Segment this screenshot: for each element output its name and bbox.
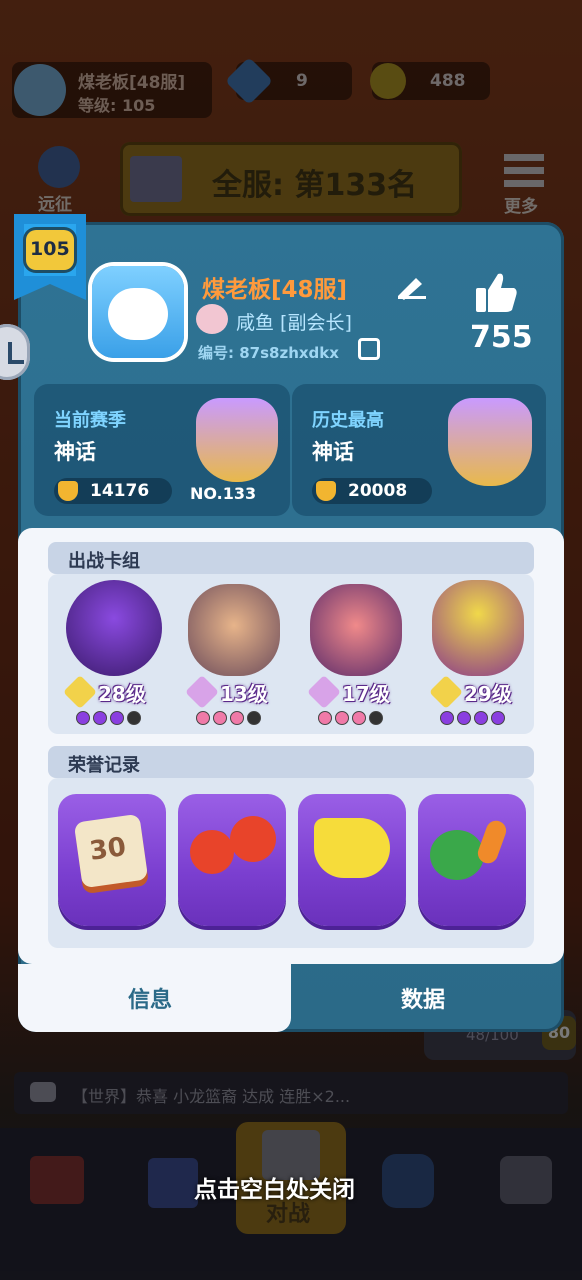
best-label: 历史最高 xyxy=(312,410,384,431)
star-dot xyxy=(318,711,332,725)
bull-warrior-icon xyxy=(188,584,280,676)
best-rank-badge xyxy=(448,398,532,486)
honor-title: 荣誉记录 xyxy=(68,755,140,776)
deck-card[interactable]: 28级 xyxy=(52,574,170,734)
tomato-icon xyxy=(190,830,234,874)
card-level: 29级 xyxy=(464,682,512,706)
star-dot xyxy=(213,711,227,725)
current-season-card: 当前赛季 神话 14176 NO.133 xyxy=(34,384,290,516)
edit-icon[interactable] xyxy=(394,274,428,300)
star-dot xyxy=(457,711,471,725)
star-dot xyxy=(247,711,261,725)
carrot-icon xyxy=(475,817,509,867)
card-stars xyxy=(318,710,386,729)
season-trophies: 14176 xyxy=(90,481,150,501)
season-rank-badge xyxy=(196,398,278,482)
star-dot xyxy=(474,711,488,725)
deck-card[interactable]: 29级 xyxy=(418,574,534,734)
card-stars xyxy=(196,710,264,729)
card-level: 28级 xyxy=(98,682,146,706)
like-count: 755 xyxy=(470,320,533,355)
star-dot xyxy=(369,711,383,725)
deck-card[interactable]: 17级 xyxy=(296,574,414,734)
profile-avatar xyxy=(92,266,184,358)
content-panel: 出战卡组 28级 13级 17级 29级 荣誉记录 30 xyxy=(18,528,564,964)
honor-badge[interactable] xyxy=(178,794,286,926)
watermelon-icon xyxy=(430,830,484,880)
rarity-star-icon xyxy=(307,675,341,709)
best-tier: 神话 xyxy=(312,440,354,464)
trophy-icon xyxy=(58,481,78,501)
arrow-icon xyxy=(8,342,24,364)
calendar-icon: 30 xyxy=(73,813,149,889)
star-dot xyxy=(127,711,141,725)
star-dot xyxy=(352,711,366,725)
card-stars xyxy=(76,710,144,729)
honor-badge[interactable] xyxy=(298,794,406,926)
honor-badges: 30 xyxy=(48,778,534,948)
star-dot xyxy=(76,711,90,725)
season-rank: NO.133 xyxy=(190,484,257,503)
honor-section-header: 荣誉记录 xyxy=(48,746,534,778)
star-dot xyxy=(93,711,107,725)
profile-id: 编号: 87s8zhxdkx xyxy=(198,344,339,362)
star-dot xyxy=(440,711,454,725)
tab-data-label: 数据 xyxy=(401,988,446,1013)
best-trophies: 20008 xyxy=(348,481,408,501)
profile-name: 煤老板[48服] xyxy=(202,277,348,303)
honor-badge[interactable]: 30 xyxy=(58,794,166,926)
card-stars xyxy=(440,710,508,729)
season-tier: 神话 xyxy=(54,440,96,464)
profile-modal: 煤老板[48服] 咸鱼 [副会长] 编号: 87s8zhxdkx 755 当前赛… xyxy=(18,222,564,1032)
thumbs-up-icon xyxy=(474,270,518,314)
banana-brute-icon xyxy=(432,580,524,676)
season-trophy-pill: 14176 xyxy=(54,478,172,504)
level-ribbon: 105 xyxy=(14,214,86,300)
level-number: 105 xyxy=(30,238,70,260)
deck-section-header: 出战卡组 xyxy=(48,542,534,574)
star-dot xyxy=(196,711,210,725)
banana-icon xyxy=(314,818,390,878)
tab-info[interactable]: 信息 xyxy=(18,964,291,1032)
honor-badge[interactable] xyxy=(418,794,526,926)
star-dot xyxy=(110,711,124,725)
tab-data[interactable]: 数据 xyxy=(291,964,564,1032)
tab-info-label: 信息 xyxy=(128,988,173,1013)
rarity-star-icon xyxy=(429,675,463,709)
copy-icon[interactable] xyxy=(358,338,380,360)
pirate-bomber-icon xyxy=(310,584,402,676)
guild-icon xyxy=(196,304,228,334)
season-label: 当前赛季 xyxy=(54,410,126,431)
close-hint[interactable]: 点击空白处关闭 xyxy=(194,1170,355,1204)
deck-card[interactable]: 13级 xyxy=(174,574,292,734)
calendar-number: 30 xyxy=(87,832,128,867)
star-dot xyxy=(491,711,505,725)
deck-cards: 28级 13级 17级 29级 xyxy=(48,574,534,734)
deck-title: 出战卡组 xyxy=(68,551,140,572)
like-button[interactable]: 755 xyxy=(466,270,533,356)
tomato-icon xyxy=(230,816,276,862)
cloud-face-icon xyxy=(108,288,168,340)
card-level: 17级 xyxy=(342,682,390,706)
trophy-icon xyxy=(316,481,336,501)
rarity-star-icon xyxy=(185,675,219,709)
card-level: 13级 xyxy=(220,682,268,706)
star-dot xyxy=(335,711,349,725)
profile-guild: 咸鱼 [副会长] xyxy=(236,312,352,334)
shadow-demon-icon xyxy=(66,580,162,676)
rarity-star-icon xyxy=(63,675,97,709)
best-record-card: 历史最高 神话 20008 xyxy=(292,384,546,516)
best-trophy-pill: 20008 xyxy=(312,478,432,504)
star-dot xyxy=(230,711,244,725)
